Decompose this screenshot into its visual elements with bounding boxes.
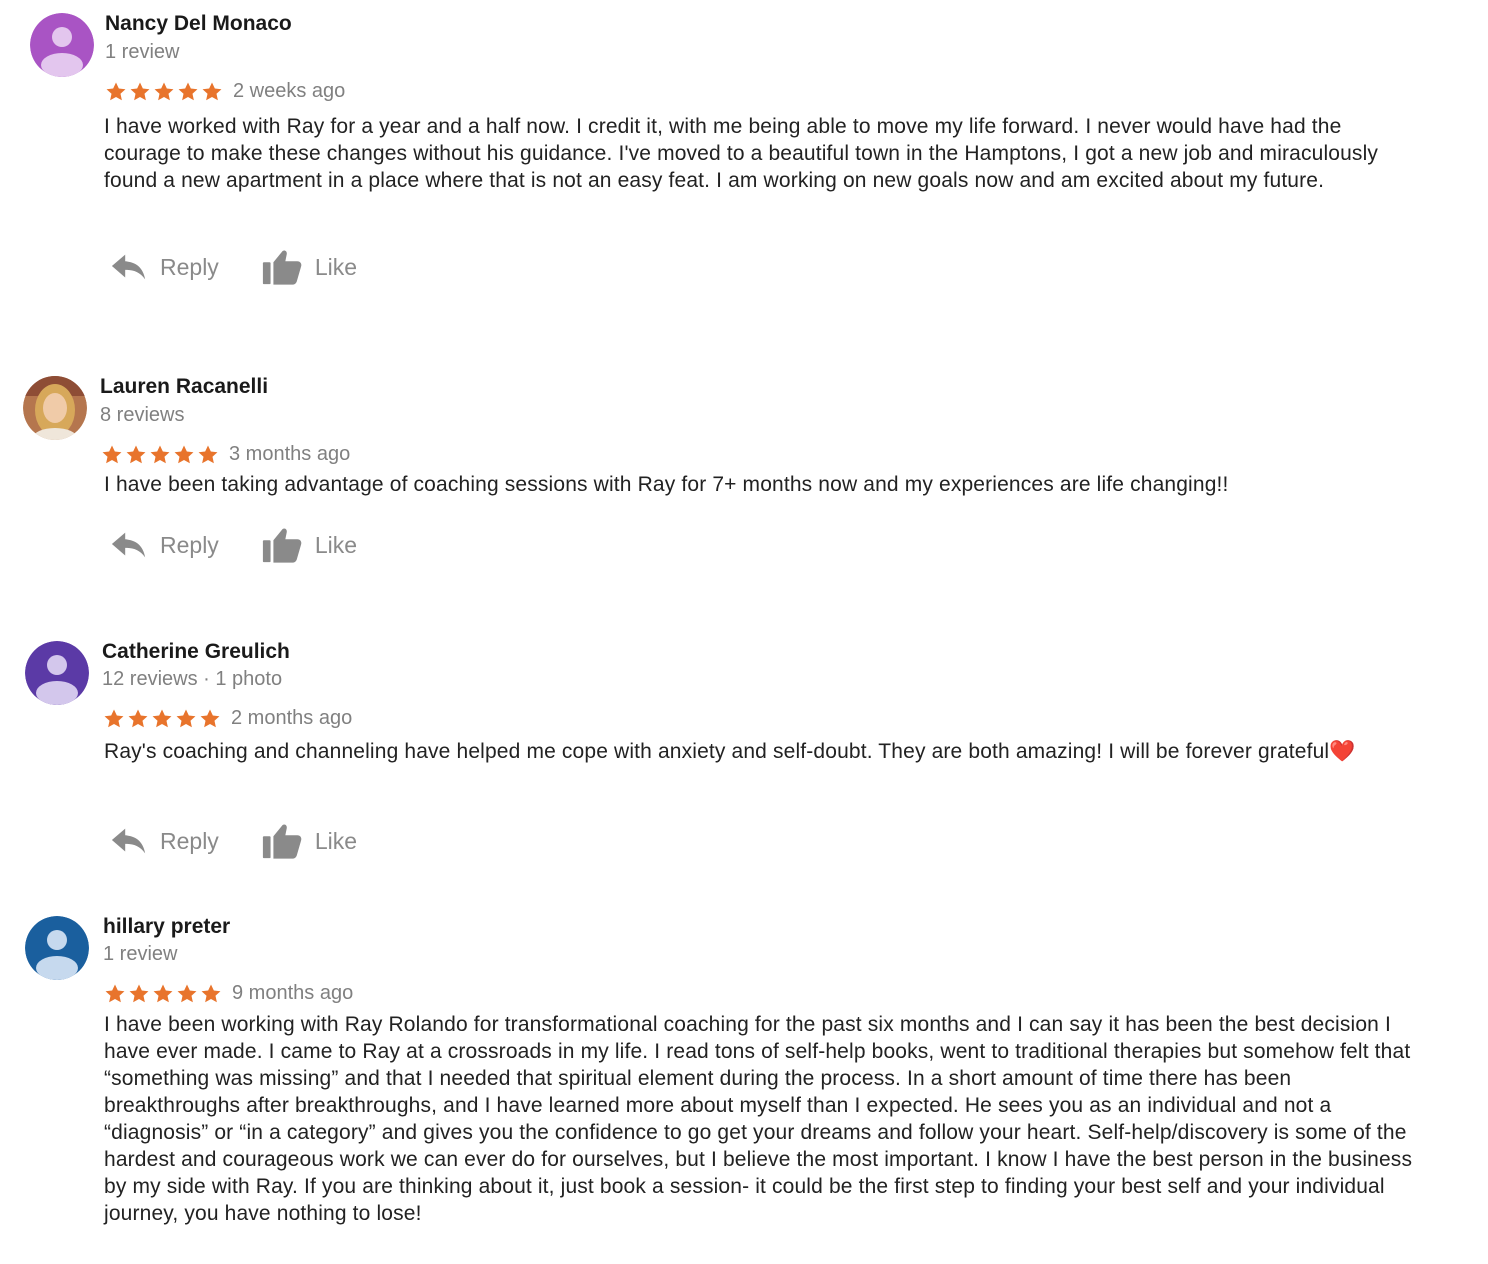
reply-icon [110, 251, 148, 283]
review-actions: Reply Like [110, 247, 357, 287]
reply-label: Reply [160, 253, 219, 280]
reviewer-review-count: 1 review [103, 943, 178, 965]
reply-icon [110, 529, 148, 561]
star-icon [175, 708, 197, 730]
review-text: I have worked with Ray for a year and a … [104, 115, 1379, 192]
star-rating [105, 81, 223, 103]
avatar[interactable] [30, 13, 94, 77]
review-timestamp: 9 months ago [232, 982, 354, 1004]
thumbs-up-icon [261, 247, 303, 287]
star-icon [128, 983, 150, 1005]
thumbs-up-icon [261, 821, 303, 861]
default-user-icon [25, 641, 89, 705]
star-icon [176, 983, 198, 1005]
reviewer-review-count: 1 review [105, 41, 180, 63]
star-icon [153, 81, 175, 103]
reviewer-review-count: 8 reviews [100, 404, 185, 426]
star-icon [104, 983, 126, 1005]
review-text: I have been working with Ray Rolando for… [104, 1013, 1413, 1225]
star-icon [127, 708, 149, 730]
reply-button[interactable]: Reply [110, 825, 219, 857]
star-icon [105, 81, 127, 103]
reviewer-name[interactable]: hillary preter [103, 915, 230, 939]
like-button[interactable]: Like [261, 821, 357, 861]
like-label: Like [314, 253, 358, 280]
thumbs-up-icon [261, 525, 303, 565]
reviewer-name[interactable]: Lauren Racanelli [100, 375, 268, 399]
reviewer-name[interactable]: Nancy Del Monaco [105, 12, 292, 36]
review-actions: Reply Like [110, 525, 357, 565]
rating-row: 2 months ago [103, 707, 352, 730]
star-icon [177, 81, 199, 103]
star-icon [103, 708, 125, 730]
reply-button[interactable]: Reply [110, 529, 219, 561]
review-timestamp: 2 months ago [231, 707, 353, 729]
star-icon [129, 81, 151, 103]
like-label: Like [314, 827, 358, 854]
review-text: I have been taking advantage of coaching… [104, 473, 1229, 496]
reply-button[interactable]: Reply [110, 251, 219, 283]
star-rating [104, 983, 222, 1005]
star-icon [199, 708, 221, 730]
default-user-icon [25, 916, 89, 980]
star-icon [149, 444, 171, 466]
reply-label: Reply [160, 827, 219, 854]
reviewer-review-count: 12 reviews · 1 photo [102, 668, 283, 690]
review-text: Ray's coaching and channeling have helpe… [104, 740, 1356, 763]
like-label: Like [314, 531, 358, 558]
star-icon [200, 983, 222, 1005]
default-user-icon [30, 13, 94, 77]
star-icon [201, 81, 223, 103]
rating-row: 9 months ago [104, 982, 353, 1005]
reviewer-name[interactable]: Catherine Greulich [102, 640, 290, 664]
star-icon [151, 708, 173, 730]
star-rating [103, 708, 221, 730]
star-icon [125, 444, 147, 466]
like-button[interactable]: Like [261, 525, 357, 565]
reply-icon [110, 825, 148, 857]
review-actions: Reply Like [110, 821, 357, 861]
avatar[interactable] [25, 916, 89, 980]
star-rating [101, 444, 219, 466]
star-icon [197, 444, 219, 466]
like-button[interactable]: Like [261, 247, 357, 287]
reply-label: Reply [160, 531, 219, 558]
review-timestamp: 2 weeks ago [233, 80, 346, 102]
star-icon [173, 444, 195, 466]
review-timestamp: 3 months ago [229, 443, 351, 465]
rating-row: 3 months ago [101, 443, 350, 466]
profile-photo [23, 376, 87, 440]
avatar[interactable] [23, 376, 87, 440]
star-icon [101, 444, 123, 466]
rating-row: 2 weeks ago [105, 80, 345, 103]
avatar[interactable] [25, 641, 89, 705]
star-icon [152, 983, 174, 1005]
